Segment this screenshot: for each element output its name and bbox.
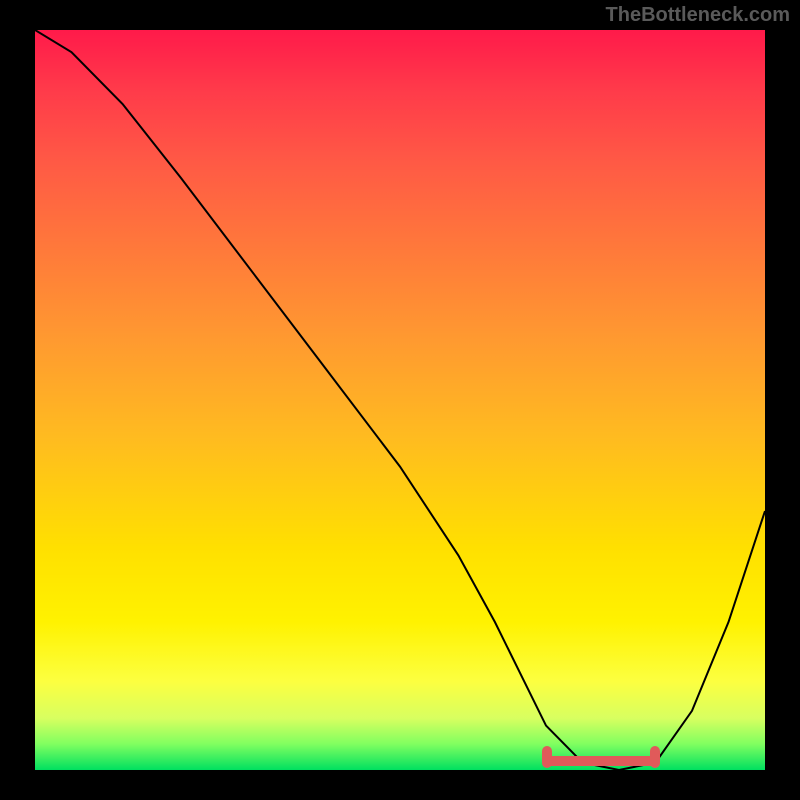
watermark-text: TheBottleneck.com [606,4,790,27]
bottleneck-curve [35,30,765,770]
plot-area [35,30,765,770]
optimal-range-marker [546,756,656,766]
optimal-range-right-cap [650,746,660,768]
optimal-range-left-cap [542,746,552,768]
